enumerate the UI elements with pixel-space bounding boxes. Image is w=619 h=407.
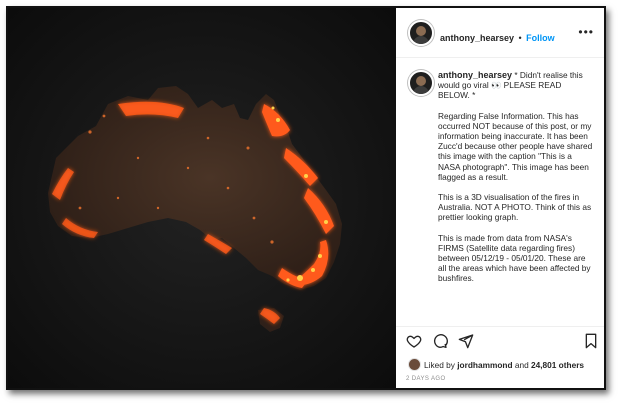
liker-avatar[interactable] — [408, 358, 421, 371]
caption-paragraph-2: Regarding False Information. This has oc… — [438, 110, 593, 182]
bookmark-icon[interactable] — [584, 333, 598, 349]
caption-avatar[interactable] — [408, 70, 434, 96]
follow-button[interactable]: Follow — [526, 33, 555, 43]
screenshot-frame: anthony_hearsey • Follow ••• anthony_hea… — [6, 6, 606, 390]
post-sidebar: anthony_hearsey • Follow ••• anthony_hea… — [396, 8, 604, 388]
likes-others-link[interactable]: 24,801 others — [531, 360, 584, 370]
post-image — [8, 8, 396, 388]
more-options-icon[interactable]: ••• — [578, 26, 594, 38]
header-username[interactable]: anthony_hearsey — [440, 33, 514, 43]
post-actions: Liked by jordhammond and 24,801 others 2… — [396, 326, 604, 388]
post-header: anthony_hearsey • Follow ••• — [396, 8, 604, 58]
likes-summary: Liked by jordhammond and 24,801 others — [424, 360, 584, 370]
likes-conjunction: and — [514, 360, 529, 370]
liker-username[interactable]: jordhammond — [457, 360, 512, 370]
caption-paragraph-4: This is made from data from NASA's FIRMS… — [438, 232, 591, 284]
share-icon[interactable] — [458, 333, 474, 349]
caption-username[interactable]: anthony_hearsey — [438, 70, 512, 80]
heart-icon[interactable] — [406, 333, 422, 349]
caption-intro: anthony_hearsey * Didn't realise this wo… — [438, 70, 593, 101]
caption-paragraph-3: This is a 3D visualisation of the fires … — [438, 192, 592, 223]
comment-icon[interactable] — [432, 333, 448, 349]
header-separator: • — [518, 33, 522, 43]
comments-area: anthony_hearsey * Didn't realise this wo… — [396, 58, 604, 326]
header-line: anthony_hearsey • Follow — [440, 28, 555, 46]
caption: anthony_hearsey * Didn't realise this wo… — [438, 70, 593, 294]
post-timestamp[interactable]: 2 DAYS AGO — [406, 376, 446, 382]
avatar[interactable] — [408, 20, 434, 46]
australia-fire-map — [8, 8, 396, 388]
likes-prefix: Liked by — [424, 360, 455, 370]
